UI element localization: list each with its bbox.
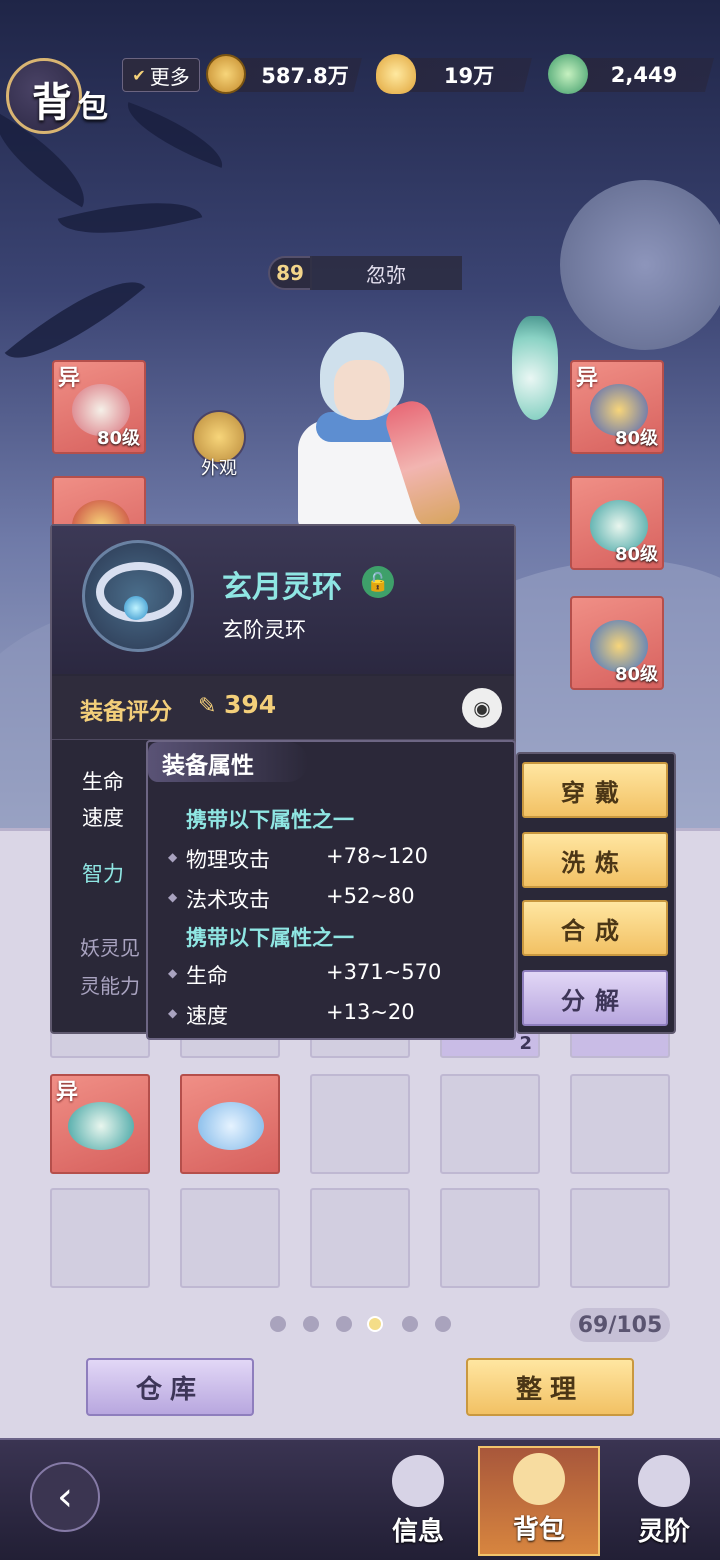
feather-icon: ✎	[198, 694, 217, 719]
equip-slot-weapon[interactable]: 异 80级	[52, 360, 146, 454]
fist-icon	[392, 1455, 444, 1507]
nav-rank[interactable]: 灵阶	[612, 1446, 716, 1556]
diamond-bullet-icon: ◆	[168, 890, 178, 904]
rarity-tag: 异	[576, 366, 599, 391]
refine-button[interactable]: 洗炼	[522, 832, 668, 888]
page-dot[interactable]	[435, 1316, 451, 1332]
belt-icon	[68, 1102, 134, 1150]
rarity-tag: 异	[56, 1080, 79, 1105]
hero-name: 忽弥	[310, 256, 462, 290]
inventory-cell[interactable]	[440, 1074, 540, 1174]
inventory-cell[interactable]	[180, 1074, 280, 1174]
decompose-button[interactable]: 分解	[522, 970, 668, 1026]
slot-level: 80级	[614, 544, 658, 565]
chevron-down-icon: ✔	[132, 65, 146, 85]
attribute-title: 装备属性	[162, 753, 254, 779]
ring-gem-icon	[124, 596, 148, 620]
int-stat-name: 智力	[82, 862, 124, 886]
nav-bag[interactable]: 背包	[478, 1446, 600, 1556]
diamond-bullet-icon: ◆	[168, 1006, 178, 1020]
attribute-name: 生命	[186, 964, 228, 988]
inventory-cell[interactable]	[50, 1188, 150, 1288]
score-value: 394	[224, 690, 277, 719]
equip-slot-belt[interactable]: 80级	[570, 476, 664, 570]
page-dot[interactable]	[402, 1316, 418, 1332]
item-description: 灵能力	[80, 974, 140, 998]
capacity-count: 69/105	[570, 1308, 670, 1342]
inventory-cell[interactable]	[180, 1188, 280, 1288]
hero-level: 89	[268, 256, 312, 290]
jade-dragon-icon	[548, 54, 588, 94]
item-type: 玄阶灵环	[222, 618, 306, 642]
slot-level: 80级	[96, 428, 140, 449]
ring-icon	[198, 1102, 264, 1150]
inventory-cell[interactable]: 异	[50, 1074, 150, 1174]
eye-icon[interactable]: ◉	[462, 688, 502, 728]
page-dot-active[interactable]	[367, 1316, 383, 1332]
equip-slot-helmet[interactable]: 异 80级	[570, 360, 664, 454]
attribute-value: +13~20	[326, 1000, 415, 1024]
inventory-cell[interactable]	[440, 1188, 540, 1288]
slot-level: 80级	[614, 428, 658, 449]
item-description: 妖灵见	[80, 936, 140, 960]
inventory-cell[interactable]	[310, 1074, 410, 1174]
page-title: 背	[32, 80, 72, 126]
jade-vase-pet	[512, 316, 558, 420]
nav-rank-label: 灵阶	[637, 1517, 690, 1547]
nav-info[interactable]: 信息	[366, 1446, 470, 1556]
inventory-cell[interactable]	[570, 1074, 670, 1174]
gold-ingot-icon	[376, 54, 416, 94]
copper-coin-icon	[206, 54, 246, 94]
unlock-icon[interactable]: 🔓	[362, 566, 394, 598]
more-button[interactable]: ✔ 更多	[122, 58, 200, 92]
attribute-group-heading: 携带以下属性之一	[186, 926, 354, 950]
combine-button[interactable]: 合成	[522, 900, 668, 956]
attribute-value: +371~570	[326, 960, 442, 984]
base-stat-name: 生命	[82, 770, 124, 794]
inventory-cell[interactable]	[570, 1188, 670, 1288]
page-title-sub: 包	[78, 90, 108, 125]
flame-icon	[638, 1455, 690, 1507]
attribute-name: 速度	[186, 1004, 228, 1028]
rarity-tag: 异	[58, 366, 81, 391]
more-label: 更多	[149, 64, 190, 89]
bamboo-leaf	[118, 102, 232, 168]
inventory-cell[interactable]	[310, 1188, 410, 1288]
equip-slot-boots[interactable]: 80级	[570, 596, 664, 690]
character-face	[334, 360, 390, 420]
sort-button[interactable]: 整理	[466, 1358, 634, 1416]
attribute-value: +78~120	[326, 844, 428, 868]
wear-button[interactable]: 穿戴	[522, 762, 668, 818]
page-dot[interactable]	[270, 1316, 286, 1332]
score-label: 装备评分	[80, 699, 172, 725]
attribute-group-heading: 携带以下属性之一	[186, 808, 354, 832]
diamond-bullet-icon: ◆	[168, 850, 178, 864]
bag-icon	[513, 1453, 565, 1505]
nav-info-label: 信息	[391, 1517, 444, 1547]
attribute-name: 法术攻击	[186, 888, 270, 912]
slot-level: 80级	[614, 664, 658, 685]
moon	[560, 180, 720, 350]
back-arrow-icon[interactable]: ‹	[30, 1462, 100, 1532]
stack-count: 2	[519, 1033, 532, 1054]
base-stat-name: 速度	[82, 806, 124, 830]
page-dot[interactable]	[303, 1316, 319, 1332]
page-dot[interactable]	[336, 1316, 352, 1332]
attribute-name: 物理攻击	[186, 848, 270, 872]
item-name: 玄月灵环	[222, 570, 342, 605]
diamond-bullet-icon: ◆	[168, 966, 178, 980]
warehouse-button[interactable]: 仓库	[86, 1358, 254, 1416]
appearance-label: 外观	[201, 458, 237, 479]
nav-bag-label: 背包	[512, 1515, 565, 1545]
attribute-value: +52~80	[326, 884, 415, 908]
